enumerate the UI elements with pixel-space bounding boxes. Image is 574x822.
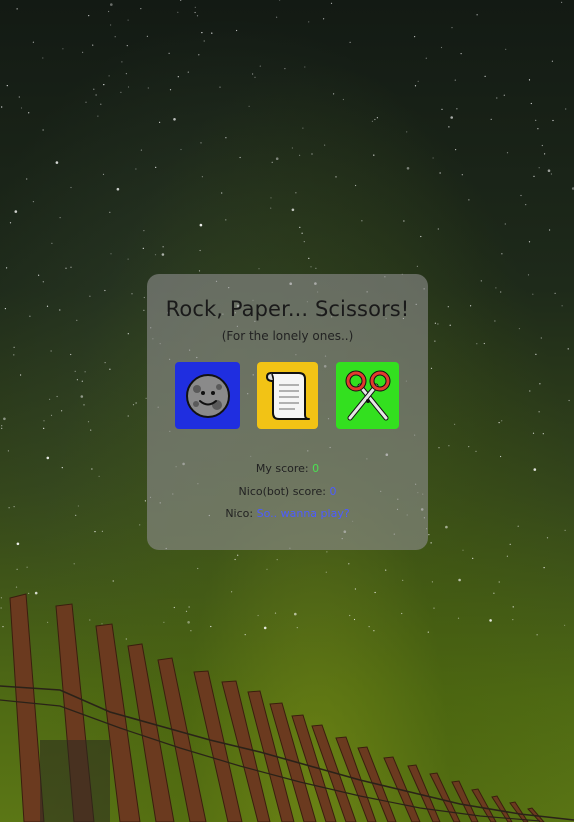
my-score-row: My score: 0 — [147, 462, 428, 475]
scroll-icon — [265, 371, 310, 420]
bot-name-label: Nico: — [225, 507, 254, 520]
bot-score-row: Nico(bot) score: 0 — [147, 485, 428, 498]
my-score-value: 0 — [312, 462, 320, 475]
game-subtitle: (For the lonely ones..) — [221, 329, 354, 343]
paper-button[interactable] — [257, 362, 318, 429]
scissors-button[interactable] — [336, 362, 399, 429]
scissors-icon — [345, 370, 390, 420]
game-title: Rock, Paper... Scissors! — [165, 297, 410, 321]
my-score-label: My score: — [255, 462, 309, 475]
bot-score-value: 0 — [329, 485, 337, 498]
game-card: Rock, Paper... Scissors! (For the lonely… — [147, 274, 428, 550]
bot-message-row: Nico: So.. wanna play? — [147, 507, 428, 520]
bot-message: So.. wanna play? — [256, 507, 350, 520]
bot-score-label: Nico(bot) score: — [238, 485, 326, 498]
rock-button[interactable] — [175, 362, 240, 429]
moon-face-icon — [185, 373, 230, 418]
